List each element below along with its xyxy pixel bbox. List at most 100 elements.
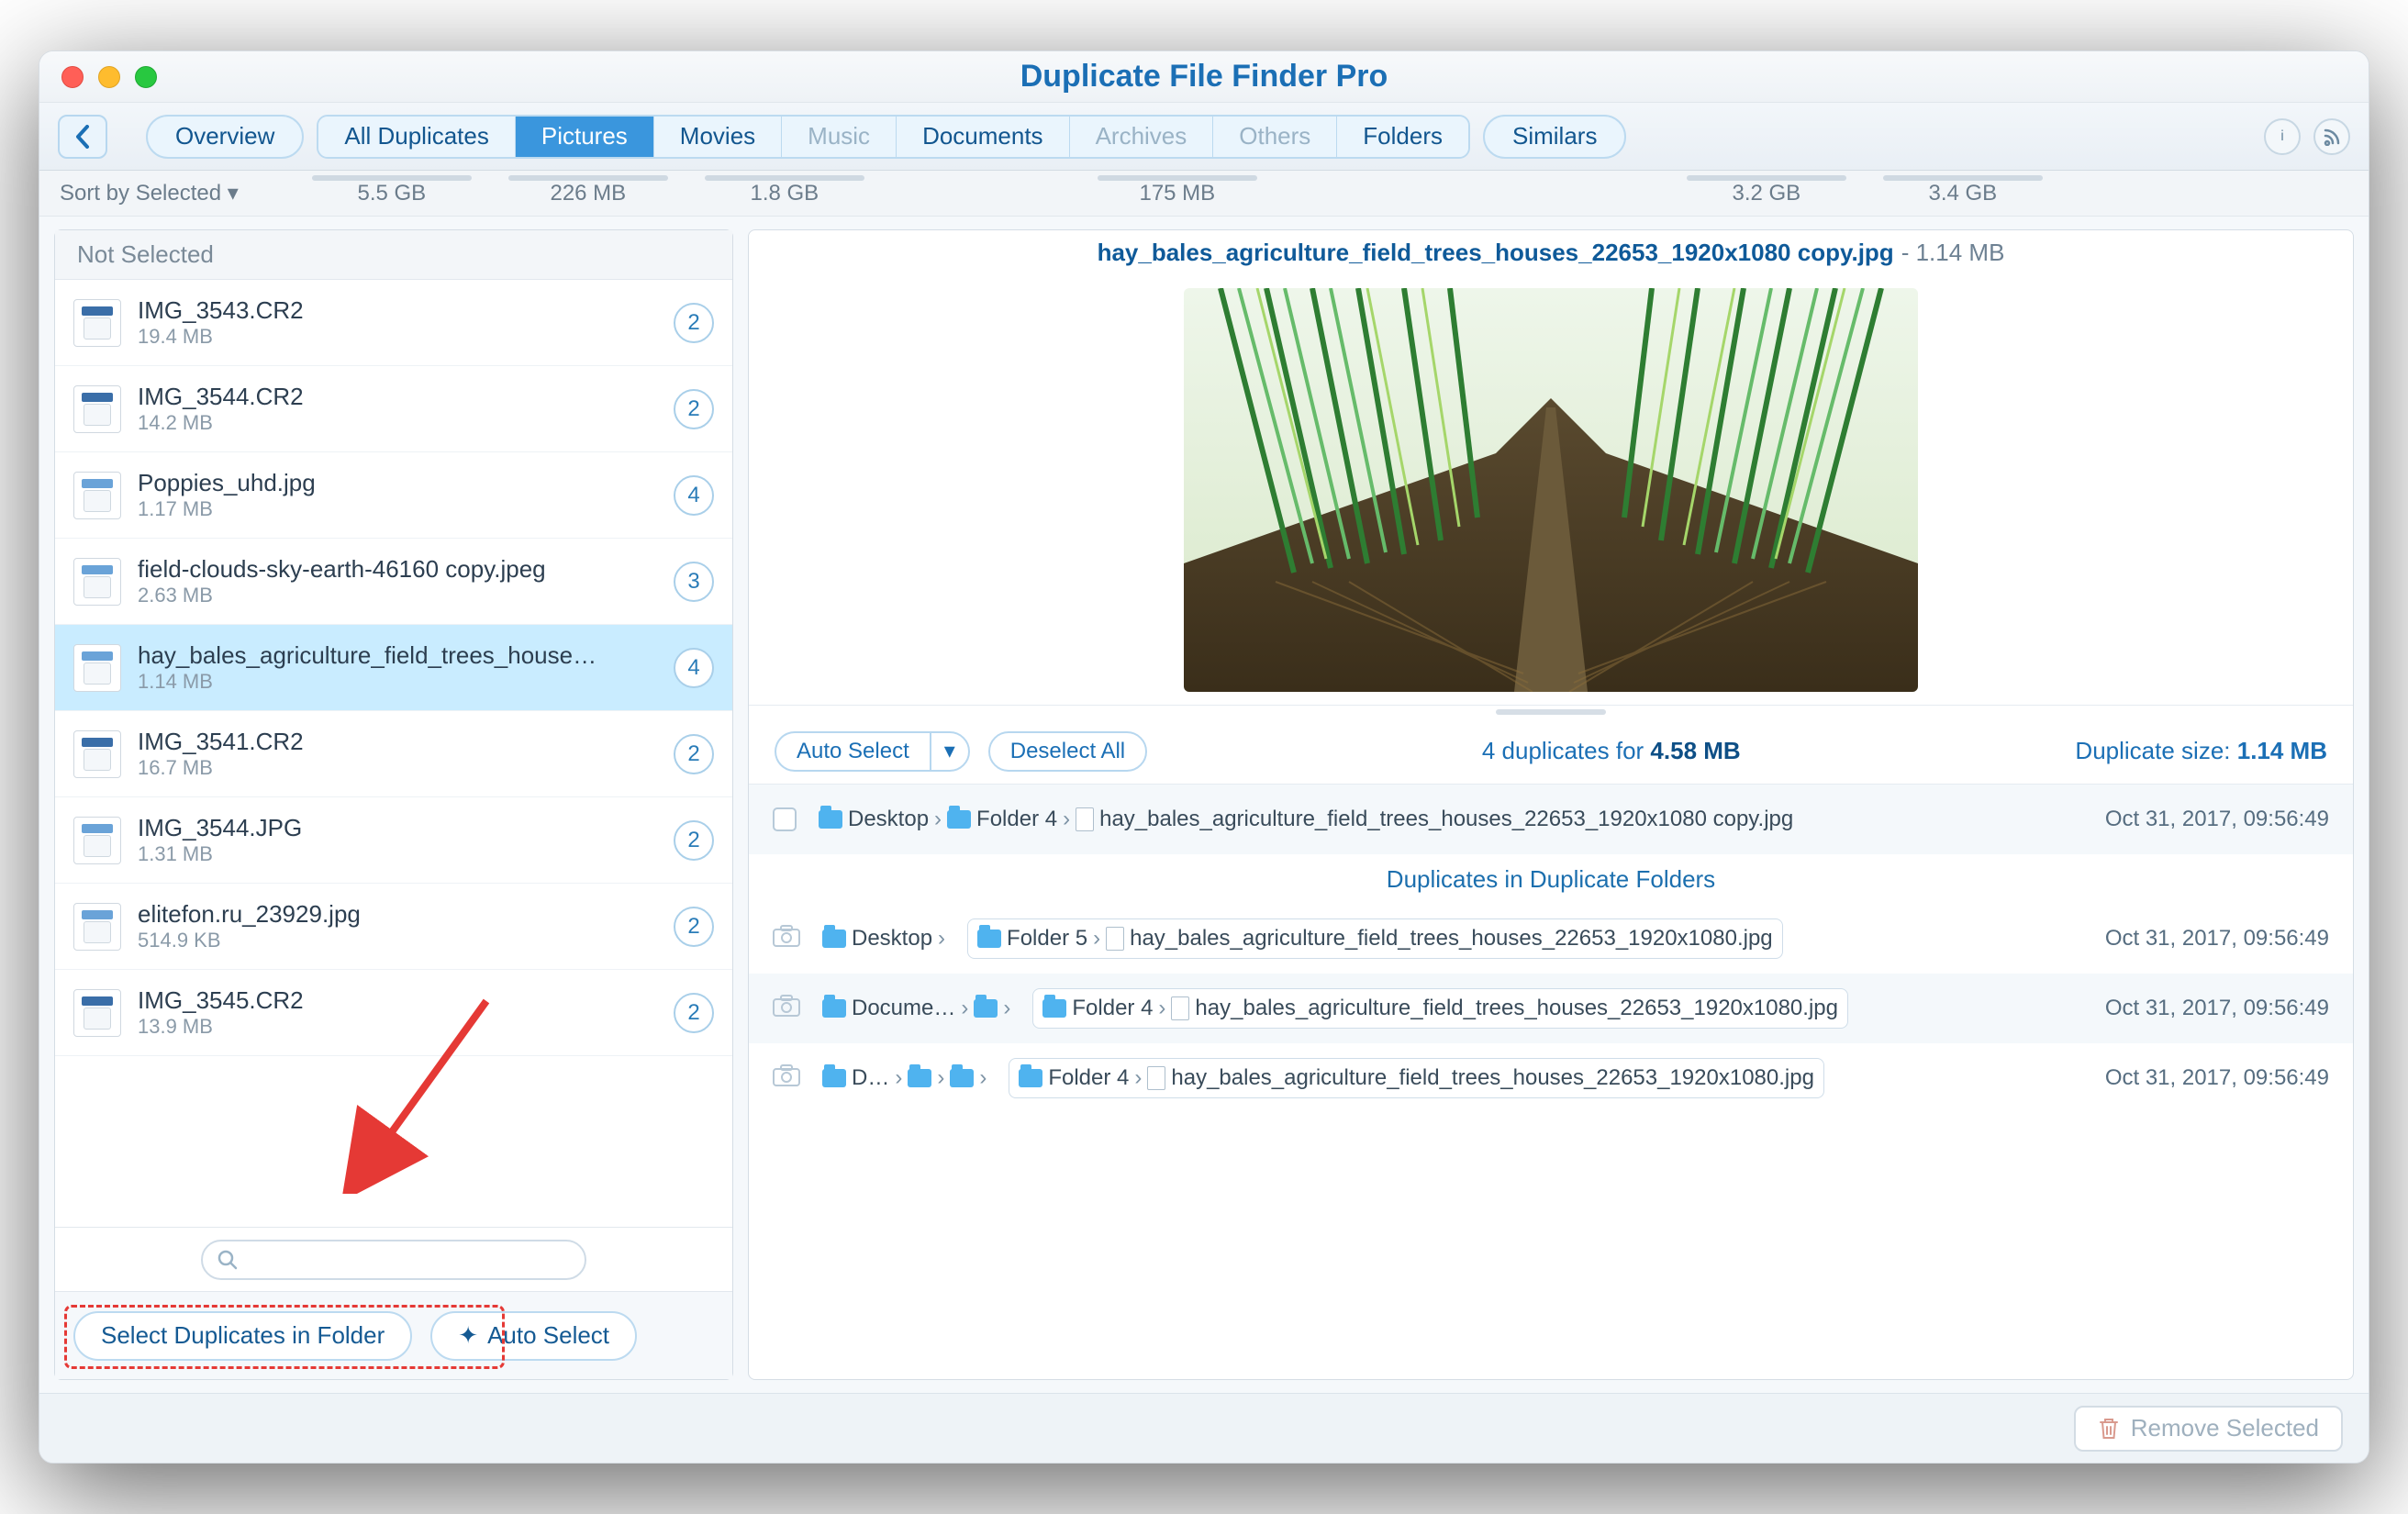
sub-header: Duplicates in Duplicate Folders — [749, 854, 2353, 904]
file-name: field-clouds-sky-earth-46160 copy.jpeg — [138, 555, 657, 584]
split-handle[interactable] — [749, 706, 2353, 718]
duplicate-row[interactable]: D…››› Folder 4›hay_bales_agriculture_fie… — [749, 1043, 2353, 1113]
auto-select-button[interactable]: ✦ Auto Select — [430, 1311, 637, 1361]
file-name: IMG_3544.JPG — [138, 814, 657, 842]
duplicate-count-badge: 3 — [674, 562, 714, 602]
file-thumb-icon — [73, 989, 121, 1037]
duplicate-row[interactable]: Docume…›› Folder 4›hay_bales_agriculture… — [749, 974, 2353, 1043]
overview-button[interactable]: Overview — [146, 115, 304, 159]
duplicate-count-badge: 2 — [674, 907, 714, 947]
file-row[interactable]: IMG_3544.JPG 1.31 MB 2 — [55, 797, 732, 884]
file-size: 1.14 MB — [138, 670, 657, 694]
select-duplicates-in-folder-button[interactable]: Select Duplicates in Folder — [73, 1311, 412, 1361]
size-pictures: 226 MB — [550, 181, 626, 206]
auto-select-menu-button[interactable]: ▾ — [930, 731, 970, 772]
size-similars: 3.4 GB — [1928, 181, 1997, 206]
tab-all-duplicates[interactable]: All Duplicates — [318, 117, 516, 157]
file-thumb-icon — [73, 817, 121, 864]
tab-music[interactable]: Music — [782, 117, 897, 157]
search-input[interactable] — [201, 1240, 586, 1280]
info-button[interactable]: i — [2264, 118, 2301, 155]
folder-icon — [1042, 999, 1066, 1018]
boxed-path[interactable]: Folder 5›hay_bales_agriculture_field_tre… — [967, 918, 1783, 959]
duplicate-row[interactable]: Desktop›Folder 4›hay_bales_agriculture_f… — [749, 785, 2353, 854]
wand-icon: ✦ — [458, 1321, 478, 1350]
file-icon — [1076, 807, 1094, 831]
footer: Remove Selected — [39, 1393, 2369, 1463]
duplicate-count-badge: 4 — [674, 475, 714, 516]
file-name: IMG_3541.CR2 — [138, 728, 657, 756]
tab-archives[interactable]: Archives — [1070, 117, 1214, 157]
file-size: 16.7 MB — [138, 756, 657, 780]
boxed-path[interactable]: Folder 4›hay_bales_agriculture_field_tre… — [1009, 1058, 1824, 1098]
tab-pictures[interactable]: Pictures — [516, 117, 654, 157]
row-date: Oct 31, 2017, 09:56:49 — [2105, 807, 2329, 832]
duplicate-count-badge: 2 — [674, 734, 714, 774]
detail-panel: hay_bales_agriculture_field_trees_houses… — [748, 229, 2354, 1380]
tab-movies[interactable]: Movies — [654, 117, 782, 157]
window-title: Duplicate File Finder Pro — [39, 59, 2369, 95]
file-name: IMG_3545.CR2 — [138, 986, 657, 1015]
duplicate-count-badge: 2 — [674, 993, 714, 1033]
folder-icon — [977, 930, 1001, 948]
boxed-path[interactable]: Folder 4›hay_bales_agriculture_field_tre… — [1032, 988, 1848, 1029]
tab-documents[interactable]: Documents — [897, 117, 1070, 157]
deselect-all-button[interactable]: Deselect All — [988, 731, 1147, 772]
file-thumb-icon — [73, 558, 121, 606]
file-name: elitefon.ru_23929.jpg — [138, 900, 657, 929]
duplicates-toolbar: Auto Select ▾ Deselect All 4 duplicates … — [749, 718, 2353, 785]
camera-icon — [773, 1064, 800, 1093]
file-list-panel: Not Selected IMG_3543.CR2 19.4 MB 2 IMG_… — [54, 229, 733, 1380]
file-row[interactable]: IMG_3545.CR2 13.9 MB 2 — [55, 970, 732, 1056]
camera-icon — [773, 995, 800, 1023]
file-row[interactable]: IMG_3543.CR2 19.4 MB 2 — [55, 280, 732, 366]
duplicate-row[interactable]: Desktop› Folder 5›hay_bales_agriculture_… — [749, 904, 2353, 974]
preview-image — [749, 274, 2353, 706]
duplicate-count-badge: 4 — [674, 648, 714, 688]
file-size: 14.2 MB — [138, 411, 657, 435]
section-header: Not Selected — [55, 230, 732, 280]
file-icon — [1106, 927, 1124, 951]
file-row[interactable]: hay_bales_agriculture_field_trees_house…… — [55, 625, 732, 711]
file-thumb-icon — [73, 299, 121, 347]
remove-selected-button[interactable]: Remove Selected — [2074, 1406, 2343, 1452]
titlebar: Duplicate File Finder Pro — [39, 51, 2369, 103]
file-size: 514.9 KB — [138, 929, 657, 952]
row-date: Oct 31, 2017, 09:56:49 — [2105, 1065, 2329, 1091]
row-date: Oct 31, 2017, 09:56:49 — [2105, 996, 2329, 1021]
file-row[interactable]: Poppies_uhd.jpg 1.17 MB 4 — [55, 452, 732, 539]
file-size: 1.31 MB — [138, 842, 657, 866]
search-icon — [217, 1250, 238, 1270]
tab-others[interactable]: Others — [1213, 117, 1337, 157]
size-movies: 1.8 GB — [750, 181, 819, 206]
size-all: 5.5 GB — [357, 181, 426, 206]
file-name: IMG_3544.CR2 — [138, 383, 657, 411]
folder-icon — [822, 930, 846, 948]
app-window: Duplicate File Finder Pro Overview All D… — [39, 50, 2369, 1464]
auto-select-dup-button[interactable]: Auto Select — [775, 731, 930, 772]
file-row[interactable]: IMG_3544.CR2 14.2 MB 2 — [55, 366, 732, 452]
file-name: Poppies_uhd.jpg — [138, 469, 657, 497]
file-row[interactable]: IMG_3541.CR2 16.7 MB 2 — [55, 711, 732, 797]
row-checkbox[interactable] — [773, 807, 797, 831]
duplicate-count-badge: 2 — [674, 820, 714, 861]
file-thumb-icon — [73, 385, 121, 433]
file-thumb-icon — [73, 730, 121, 778]
file-row[interactable]: field-clouds-sky-earth-46160 copy.jpeg 2… — [55, 539, 732, 625]
toolbar: Overview All Duplicates Pictures Movies … — [39, 103, 2369, 171]
size-folders: 3.2 GB — [1732, 181, 1800, 206]
duplicate-count-badge: 2 — [674, 389, 714, 429]
file-row[interactable]: elitefon.ru_23929.jpg 514.9 KB 2 — [55, 884, 732, 970]
file-size: 19.4 MB — [138, 325, 657, 349]
back-button[interactable] — [58, 115, 107, 159]
duplicate-size-label: Duplicate size: 1.14 MB — [2075, 737, 2327, 765]
similars-button[interactable]: Similars — [1483, 115, 1626, 159]
preview-title: hay_bales_agriculture_field_trees_houses… — [749, 230, 2353, 274]
tab-folders[interactable]: Folders — [1337, 117, 1468, 157]
file-size: 13.9 MB — [138, 1015, 657, 1039]
file-icon — [1171, 996, 1189, 1020]
sort-dropdown[interactable]: Sort by Selected ▾ — [60, 180, 239, 206]
file-thumb-icon — [73, 472, 121, 519]
feed-button[interactable] — [2313, 118, 2350, 155]
category-tabs: All Duplicates Pictures Movies Music Doc… — [317, 115, 1470, 159]
